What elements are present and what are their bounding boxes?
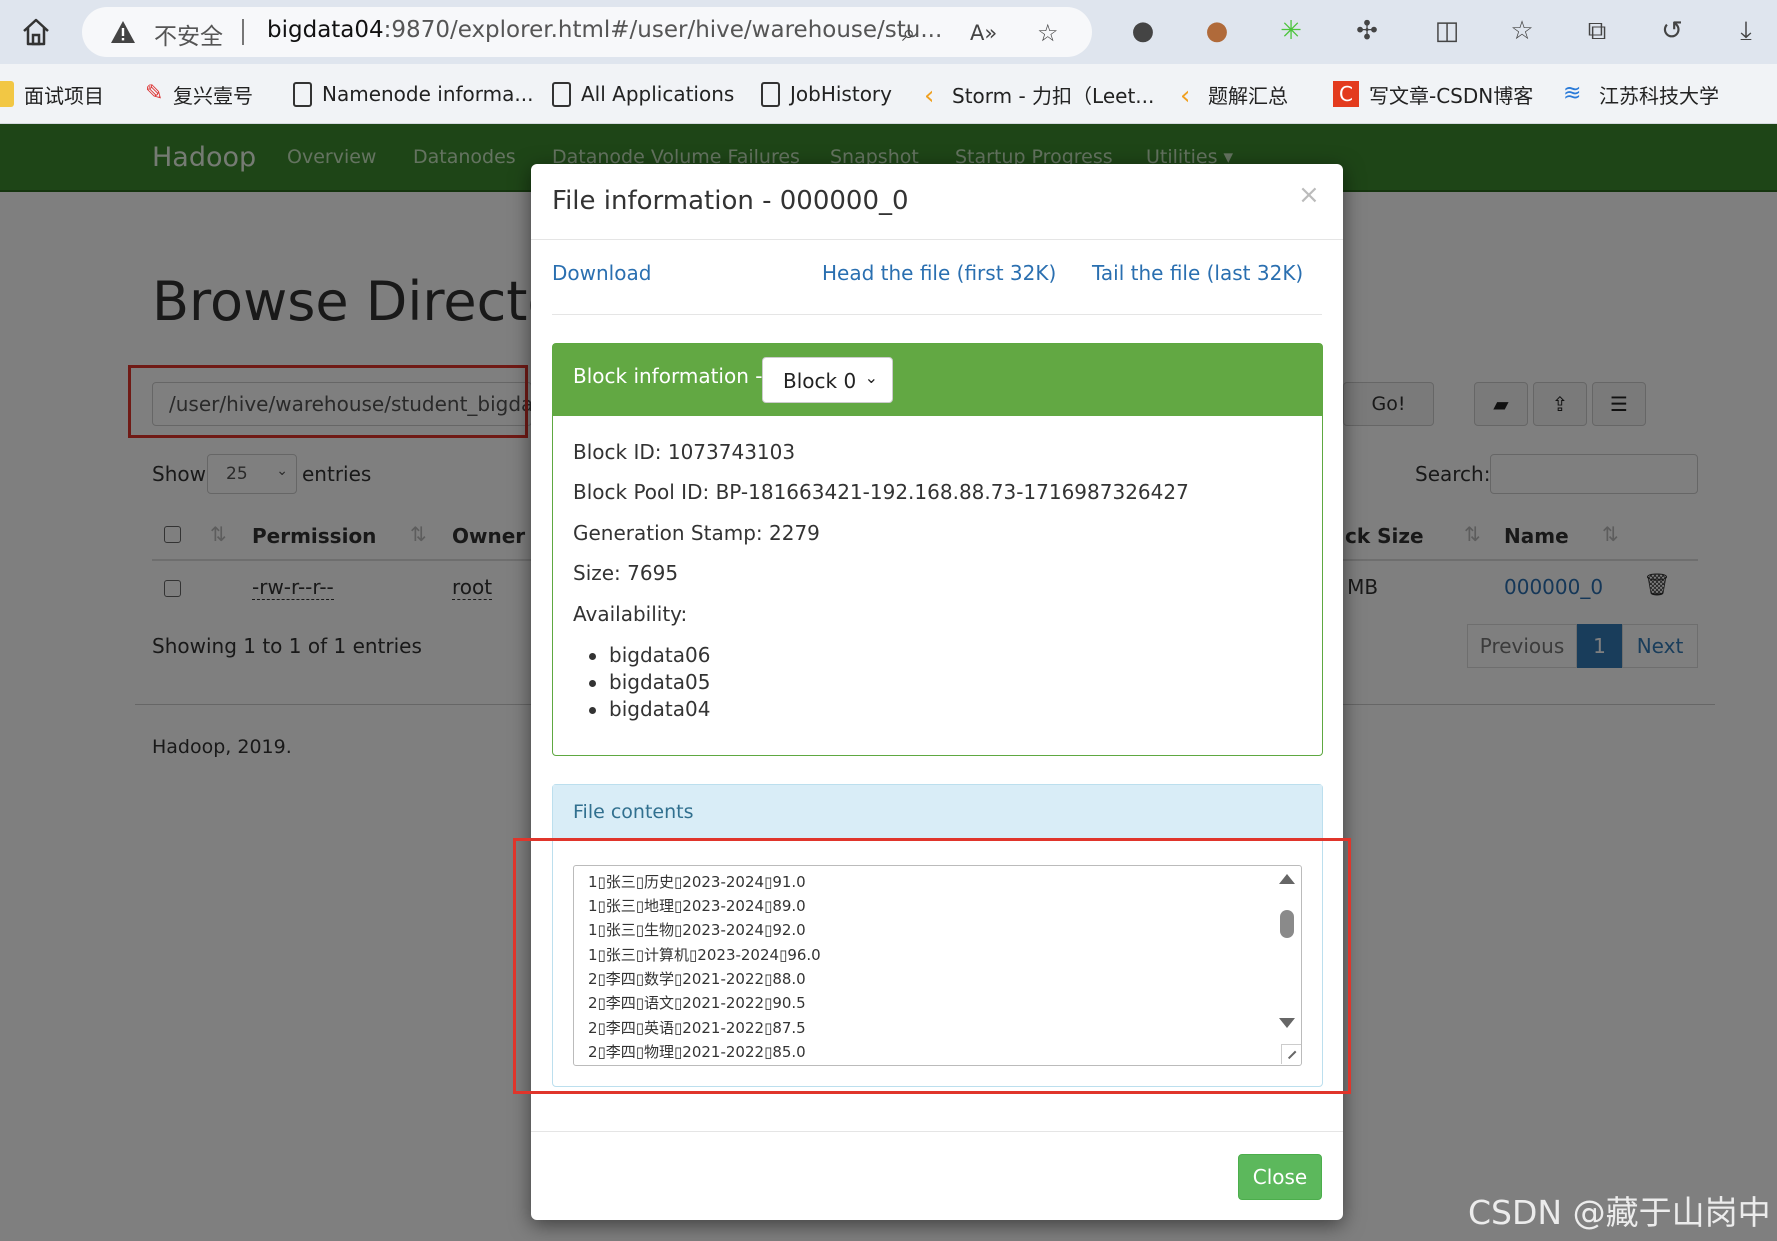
pin-icon: ✎ [145, 81, 164, 106]
bookmark-label: 题解汇总 [1208, 83, 1288, 108]
download-icon[interactable]: ⤓ [1729, 16, 1763, 50]
availability-label: Availability: [573, 602, 688, 626]
bookmark-label: Namenode informa... [322, 82, 534, 106]
url-path: :9870/explorer.html#/user/hive/warehouse… [383, 17, 943, 43]
bookmark-item[interactable]: JobHistory [761, 79, 892, 109]
bookmark-label: All Applications [581, 82, 735, 106]
university-icon: ≋ [1563, 81, 1582, 106]
favorites-icon[interactable]: ☆ [1505, 16, 1539, 50]
page-icon [761, 81, 780, 107]
collections-icon[interactable]: ⧉ [1580, 16, 1614, 50]
modal-header-divider [531, 239, 1343, 240]
block-size: Size: 7695 [573, 561, 679, 585]
modal-footer-divider [531, 1131, 1343, 1132]
bookmarks-bar: 面试项目 ✎ 复兴壹号 Namenode informa... All Appli… [0, 64, 1777, 124]
availability-host: bigdata06 [588, 643, 711, 667]
extension-e-icon[interactable]: ● [1126, 16, 1160, 50]
bookmark-item[interactable]: C 写文章-CSDN博客 [1333, 79, 1533, 109]
read-aloud-icon[interactable]: A» [970, 21, 997, 45]
warning-icon[interactable] [110, 20, 136, 44]
split-screen-icon[interactable]: ◫ [1430, 16, 1464, 50]
history-icon[interactable]: ↺ [1655, 16, 1689, 50]
page-icon [552, 81, 571, 107]
block-info-header: Block information -- Block 0 ⌄ [553, 344, 1322, 416]
bookmark-item[interactable]: Namenode informa... [293, 79, 533, 109]
block-pool-id: Block Pool ID: BP-181663421-192.168.88.7… [573, 480, 1189, 504]
home-icon[interactable] [20, 16, 52, 48]
bookmark-label: 江苏科技大学 [1599, 83, 1719, 108]
bookmark-label: 复兴壹号 [173, 83, 253, 108]
bookmark-label: 写文章-CSDN博客 [1369, 83, 1534, 108]
head-file-link[interactable]: Head the file (first 32K) [822, 261, 1056, 285]
url-text[interactable]: bigdata04:9870/explorer.html#/user/hive/… [267, 17, 942, 43]
favorite-star-icon[interactable]: ☆ [1037, 19, 1059, 47]
browser-toolbar: 不安全 bigdata04:9870/explorer.html#/user/h… [0, 0, 1777, 64]
block-select-value: Block 0 [783, 369, 857, 393]
availability-host: bigdata05 [588, 670, 711, 694]
leetcode-icon: ‹ [924, 81, 935, 111]
extensions-puzzle-icon[interactable]: ✣ [1350, 16, 1384, 50]
folder-icon [0, 81, 14, 107]
insecure-label: 不安全 [154, 24, 223, 50]
block-id: Block ID: 1073743103 [573, 440, 796, 464]
file-contents-header: File contents [553, 785, 1322, 839]
availability-host: bigdata04 [588, 697, 711, 721]
chevron-down-icon: ⌄ [864, 368, 878, 387]
leetcode-icon: ‹ [1180, 81, 1191, 111]
extension-lime-icon[interactable]: ✳ [1274, 16, 1308, 50]
links-divider [552, 314, 1322, 315]
url-separator [242, 19, 244, 45]
download-link[interactable]: Download [552, 261, 651, 285]
url-host: bigdata04 [267, 17, 384, 43]
file-contents-label: File contents [573, 801, 694, 823]
tail-file-link[interactable]: Tail the file (last 32K) [1092, 261, 1303, 285]
bookmark-item[interactable]: 面试项目 [0, 79, 104, 109]
bookmark-label: JobHistory [790, 82, 892, 106]
watermark-text: CSDN @藏于山岗中 [1468, 1193, 1771, 1232]
bookmark-label: 面试项目 [24, 83, 104, 108]
zoom-icon[interactable]: ⌕ [902, 19, 915, 47]
modal-title: File information - 000000_0 [552, 186, 909, 216]
bookmark-item[interactable]: ‹ 题解汇总 [1180, 79, 1288, 111]
close-button[interactable]: Close [1238, 1154, 1322, 1200]
bookmark-item[interactable]: ‹ Storm - 力扣（Leet... [924, 79, 1155, 111]
block-info-label: Block information -- [573, 364, 770, 388]
csdn-icon: C [1333, 81, 1359, 107]
bookmark-label: Storm - 力扣（Leet... [952, 83, 1155, 108]
extension-owl-icon[interactable]: ● [1200, 16, 1234, 50]
address-bar[interactable]: 不安全 bigdata04:9870/explorer.html#/user/h… [82, 7, 1092, 57]
close-icon[interactable]: × [1298, 180, 1320, 210]
page-icon [293, 81, 312, 107]
block-select[interactable]: Block 0 ⌄ [762, 357, 893, 403]
bookmark-item[interactable]: All Applications [552, 79, 734, 109]
block-info-panel: Block information -- Block 0 ⌄ Block ID: … [552, 343, 1323, 756]
contents-highlight-box [513, 838, 1351, 1094]
generation-stamp: Generation Stamp: 2279 [573, 521, 820, 545]
bookmark-item[interactable]: ≋ 江苏科技大学 [1563, 79, 1719, 109]
bookmark-item[interactable]: ✎ 复兴壹号 [145, 79, 253, 109]
